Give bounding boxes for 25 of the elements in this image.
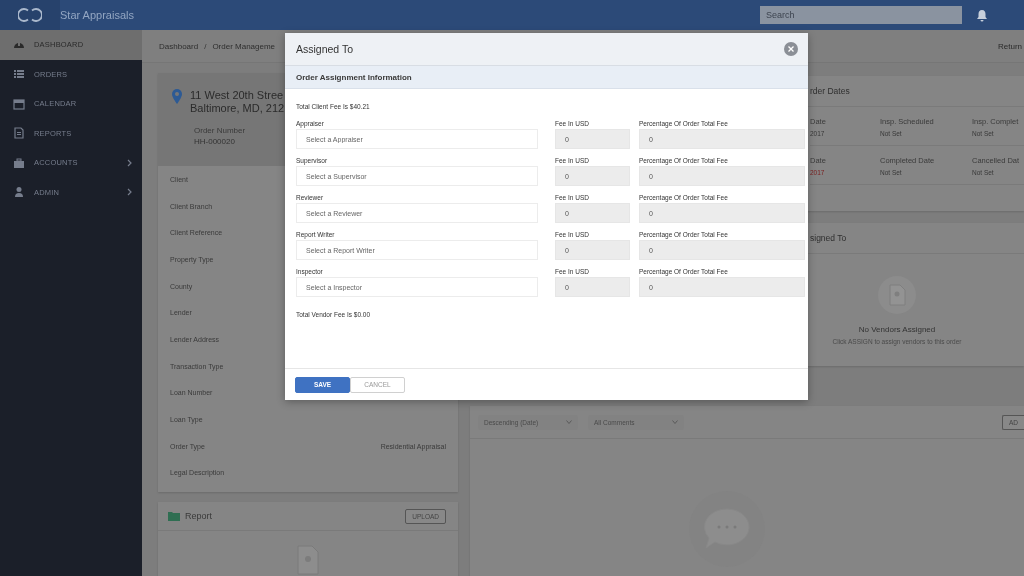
section-title: Order Assignment Information — [296, 72, 412, 82]
close-button[interactable] — [784, 42, 798, 56]
modal-title: Assigned To — [296, 43, 353, 55]
search-field[interactable]: Search — [760, 6, 962, 24]
breadcrumb-link[interactable]: Dashboard — [159, 41, 199, 51]
bell-icon — [976, 8, 988, 22]
empty-title: No Vendors Assigned — [858, 325, 936, 334]
address-line: 11 West 20th Stree — [190, 89, 285, 102]
close-icon — [788, 46, 794, 52]
app-title: Star Appraisals — [60, 9, 134, 21]
briefcase-icon — [13, 156, 25, 169]
return-link[interactable]: Return — [998, 41, 1022, 51]
card-title: rder Dates — [810, 86, 850, 96]
card-title: signed To — [810, 233, 847, 243]
list-icon — [13, 68, 25, 81]
person-icon — [13, 186, 25, 199]
calendar-icon — [13, 97, 25, 110]
document-icon — [13, 127, 25, 140]
map-pin-icon — [172, 89, 182, 104]
breadcrumb-separator: / — [204, 41, 207, 51]
breadcrumb-link[interactable]: Order Manageme — [212, 41, 276, 51]
folder-icon — [168, 511, 180, 522]
report-title: Report — [185, 511, 212, 522]
address-line: Baltimore, MD, 212 — [190, 102, 285, 115]
logo-icon — [18, 7, 42, 23]
